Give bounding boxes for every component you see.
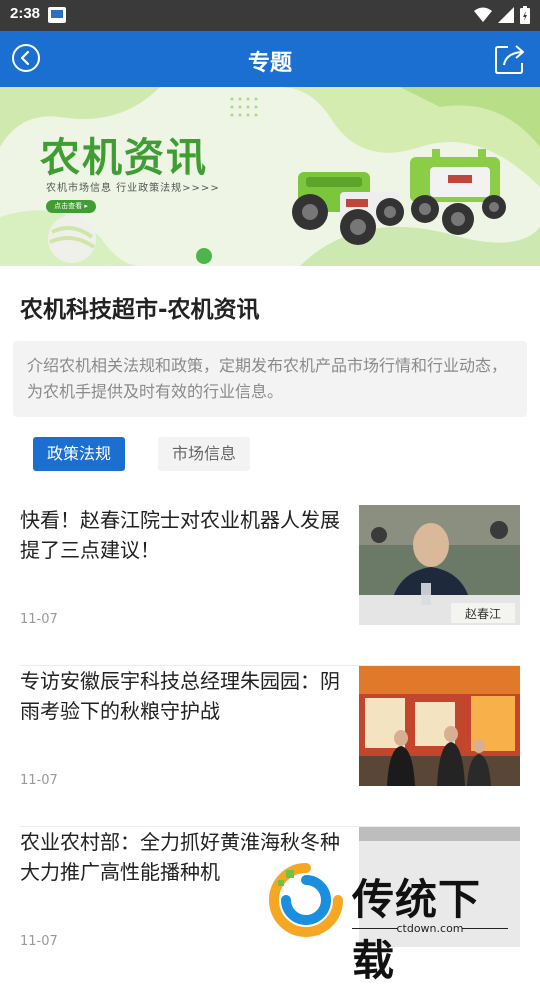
article-title: 专访安徽辰宇科技总经理朱园园：阴雨考验下的秋粮守护战 [20, 669, 340, 723]
status-icons [474, 5, 530, 25]
site-watermark: 传统下载 ctdown.com [268, 862, 518, 985]
article-thumbnail: 赵春江 [359, 505, 520, 625]
notification-app-icon [48, 7, 66, 23]
tab-market[interactable]: 市场信息 [158, 437, 251, 471]
wifi-icon [474, 7, 492, 22]
topic-banner[interactable]: 农机资讯 农机市场信息 行业政策法规>>>> 点击查看 ▸ [0, 87, 540, 266]
banner-title: 农机资讯 [40, 135, 208, 181]
watermark-url: ctdown.com [396, 922, 464, 935]
tab-policy[interactable]: 政策法规 [33, 437, 126, 471]
banner-view-button[interactable]: 点击查看 ▸ [46, 200, 96, 213]
status-time: 2:38 [10, 5, 41, 22]
watermark-logo-icon [269, 863, 343, 937]
nameplate-text: 赵春江 [465, 607, 501, 621]
banner-subtitle: 农机市场信息 行业政策法规>>>> [46, 183, 220, 194]
battery-icon [520, 6, 530, 24]
topic-headline: 农机科技超市-农机资讯 [20, 297, 260, 323]
article-item[interactable]: 专访安徽辰宇科技总经理朱园园：阴雨考验下的秋粮守护战 11-07 [20, 666, 520, 827]
article-thumbnail [359, 666, 520, 786]
page-title: 专题 [247, 50, 292, 75]
topic-description-box: 介绍农机相关法规和政策，定期发布农机产品市场行情和行业动态，为农机手提供及时有效… [13, 341, 527, 417]
article-date: 11-07 [20, 773, 58, 788]
share-button[interactable] [494, 43, 526, 79]
article-item[interactable]: 快看！赵春江院士对农业机器人发展提了三点建议！ 11-07 赵春江 [20, 505, 520, 666]
status-bar: 2:38 [0, 0, 540, 31]
article-title: 快看！赵春江院士对农业机器人发展提了三点建议！ [20, 508, 340, 562]
article-date: 11-07 [20, 934, 58, 949]
article-date: 11-07 [20, 612, 58, 627]
topic-description: 介绍农机相关法规和政策，定期发布农机产品市场行情和行业动态，为农机手提供及时有效… [27, 356, 508, 401]
share-icon [495, 45, 524, 74]
app-bar: 专题 [0, 31, 540, 87]
banner-decoration-dot [196, 248, 212, 264]
signal-icon [498, 7, 514, 23]
